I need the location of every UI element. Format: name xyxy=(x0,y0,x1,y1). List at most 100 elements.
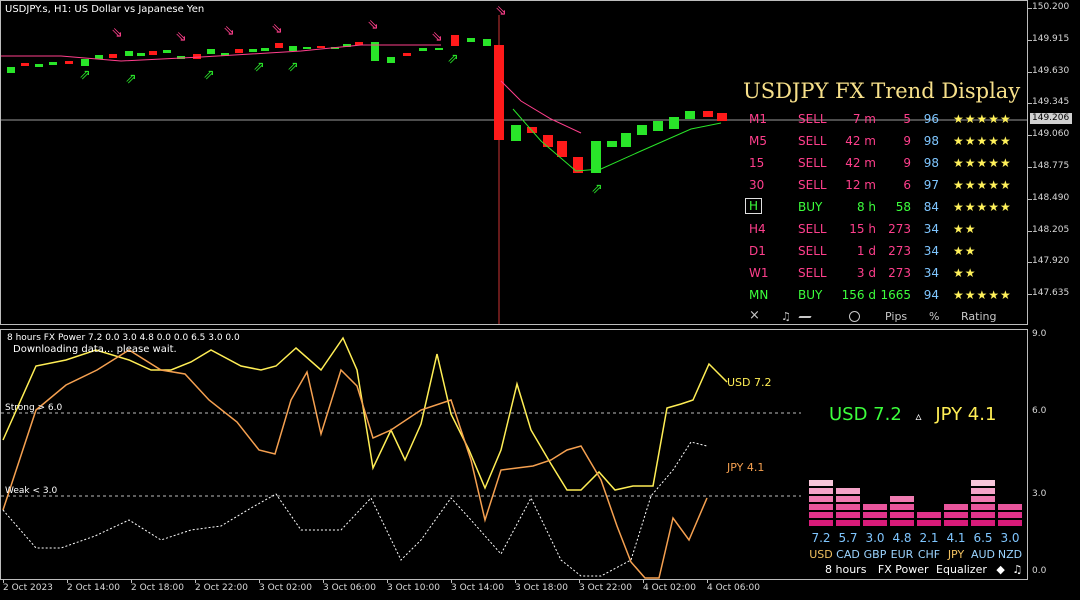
close-icon[interactable]: × xyxy=(749,308,760,323)
weak-level-label: Weak < 3.0 xyxy=(5,486,58,496)
percent-value: 98 xyxy=(923,156,939,170)
percent-value: 96 xyxy=(923,112,939,126)
buy-arrow-icon: ⇗ xyxy=(203,67,215,83)
equalizer-currency[interactable]: USD xyxy=(808,548,834,561)
time-axis-label: 2 Oct 2023 xyxy=(3,583,53,593)
timeframe-label: W1 xyxy=(749,266,769,280)
music-icon[interactable]: ♫ xyxy=(781,310,791,323)
rating-stars: ★★ xyxy=(953,222,977,236)
trend-row-15[interactable]: 15 SELL 42 m 9 98 ★★★★★ xyxy=(741,153,1026,173)
candle xyxy=(275,43,283,48)
equalizer-segment xyxy=(890,496,914,502)
equalizer-currency[interactable]: NZD xyxy=(997,548,1023,561)
sell-arrow-icon: ⇘ xyxy=(271,21,283,37)
equalizer-footer: 8 hours FX Power Equalizer ◆ ♫ xyxy=(825,563,1022,576)
percent-value: 97 xyxy=(923,178,939,192)
equalizer-segment xyxy=(809,488,833,494)
rating-stars: ★★ xyxy=(953,266,977,280)
trend-row-d1[interactable]: D1 SELL 1 d 273 34 ★★ xyxy=(741,241,1026,261)
equalizer-segment xyxy=(836,520,860,526)
equalizer-value: 2.1 xyxy=(919,531,939,545)
music-icon-footer[interactable]: ♫ xyxy=(1012,563,1022,576)
fx-power-button[interactable]: FX Power xyxy=(878,563,929,576)
timeframe-label: M1 xyxy=(749,112,767,126)
crosshair-icon[interactable]: ◆ xyxy=(996,563,1004,576)
price-chart-pane[interactable]: USDJPY.s, H1: US Dollar vs Japanese Yen … xyxy=(0,0,1028,325)
percent-value: 34 xyxy=(923,222,939,236)
equalizer-segment xyxy=(863,520,887,526)
signal-label: SELL xyxy=(798,222,827,236)
indicator-axis-label: 6.0 xyxy=(1032,406,1047,416)
price-axis-label: 150.200 xyxy=(1032,2,1070,12)
equalizer-segment xyxy=(836,496,860,502)
candle xyxy=(261,48,269,51)
equalizer-currency[interactable]: AUD xyxy=(970,548,996,561)
trend-row-30[interactable]: 30 SELL 12 m 6 97 ★★★★★ xyxy=(741,175,1026,195)
percent-value: 34 xyxy=(923,266,939,280)
pips-value: 9 xyxy=(903,134,911,148)
trend-display-title: USDJPY FX Trend Display xyxy=(743,79,1021,103)
candle xyxy=(685,111,695,119)
percent-header: % xyxy=(929,310,940,323)
candle xyxy=(81,59,89,66)
trend-row-h4[interactable]: H4 SELL 15 h 273 34 ★★ xyxy=(741,219,1026,239)
time-axis-label: 2 Oct 22:00 xyxy=(195,583,248,593)
candle xyxy=(49,62,57,65)
fx-power-pane[interactable]: 8 hours FX Power 7.2 0.0 3.0 4.8 0.0 0.0… xyxy=(0,329,1028,580)
trend-row-mn[interactable]: MN BUY 156 d 1665 94 ★★★★★ xyxy=(741,285,1026,305)
trend-row-h[interactable]: H BUY 8 h 58 84 ★★★★★ xyxy=(741,197,1026,217)
period-button[interactable]: 8 hours xyxy=(825,563,866,576)
equalizer-value: 5.7 xyxy=(838,531,858,545)
price-axis-label: 149.345 xyxy=(1032,97,1070,108)
buy-arrow-icon: ⇗ xyxy=(591,181,603,197)
equalizer-segment xyxy=(971,520,995,526)
candle xyxy=(557,141,567,157)
candle xyxy=(149,51,157,55)
rating-header: Rating xyxy=(961,310,997,323)
equalizer-segment xyxy=(836,512,860,518)
trend-row-w1[interactable]: W1 SELL 3 d 273 34 ★★ xyxy=(741,263,1026,283)
equalizer-segment xyxy=(809,520,833,526)
equalizer-segment xyxy=(836,504,860,510)
time-axis-label: 3 Oct 10:00 xyxy=(387,583,440,593)
signal-label: BUY xyxy=(798,200,823,214)
candle xyxy=(637,125,647,135)
pips-value: 273 xyxy=(888,266,911,280)
equalizer-currency[interactable]: EUR xyxy=(889,548,915,561)
readout-usd: USD 7.2 xyxy=(829,404,902,425)
duration-label: 3 d xyxy=(856,266,876,280)
equalizer-segment xyxy=(917,512,941,518)
sell-arrow-icon: ⇘ xyxy=(431,29,443,45)
pips-header: Pips xyxy=(885,310,908,323)
time-axis: 2 Oct 2023 2 Oct 14:00 2 Oct 18:00 2 Oct 22… xyxy=(0,580,1028,600)
equalizer-segment xyxy=(998,520,1022,526)
usd-line-label: USD 7.2 xyxy=(727,376,772,389)
trend-row-m1[interactable]: M1 SELL 7 m 5 96 ★★★★★ xyxy=(741,109,1026,129)
signal-label: BUY xyxy=(798,288,823,302)
equalizer-segment xyxy=(809,512,833,518)
duration-label: 42 m xyxy=(845,134,876,148)
equalizer-value: 3.0 xyxy=(865,531,885,545)
equalizer-currency[interactable]: GBP xyxy=(862,548,888,561)
equalizer-button[interactable]: Equalizer xyxy=(936,563,987,576)
ruler-icon[interactable] xyxy=(798,316,812,318)
duration-label: 12 m xyxy=(845,178,876,192)
indicator-axis-label: 0.0 xyxy=(1032,566,1047,576)
equalizer-segment xyxy=(863,504,887,510)
trend-row-m5[interactable]: M5 SELL 42 m 9 98 ★★★★★ xyxy=(741,131,1026,151)
strength-readout: USD 7.2 ▵ JPY 4.1 xyxy=(829,404,996,425)
candle xyxy=(621,133,631,147)
equalizer-currency[interactable]: CAD xyxy=(835,548,861,561)
time-axis-label: 3 Oct 06:00 xyxy=(323,583,376,593)
price-axis-label: 149.630 xyxy=(1032,65,1070,76)
signal-label: SELL xyxy=(798,244,827,258)
equalizer-currency[interactable]: JPY xyxy=(943,548,969,561)
candle xyxy=(387,57,395,63)
candle xyxy=(653,121,663,131)
percent-value: 34 xyxy=(923,244,939,258)
equalizer-segment xyxy=(971,504,995,510)
download-status: Downloading data... please wait. xyxy=(13,344,177,355)
equalizer-currency[interactable]: CHF xyxy=(916,548,942,561)
candle xyxy=(494,45,504,140)
candle xyxy=(193,54,201,59)
